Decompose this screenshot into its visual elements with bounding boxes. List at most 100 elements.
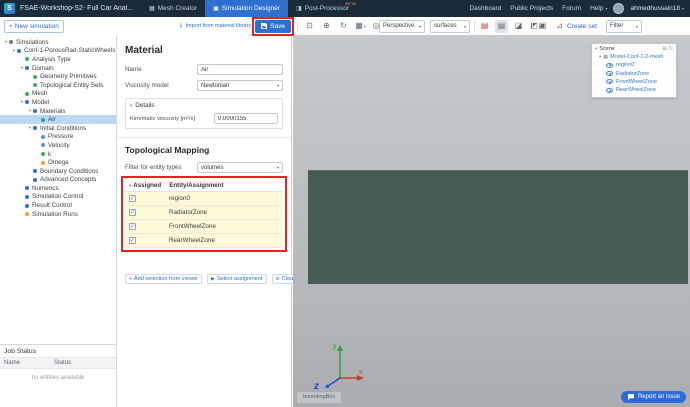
tree-item-mesh[interactable]: Mesh (0, 90, 116, 99)
tree-item-label: Omega (48, 159, 69, 167)
chevron-down-icon[interactable]: ▾ (129, 183, 131, 189)
filter-select[interactable]: Filter ▾ (606, 19, 642, 33)
projection-select[interactable]: Perspective ▾ (379, 19, 425, 33)
scene-refresh-icon[interactable]: ↻ (669, 46, 673, 52)
checkbox-region0[interactable]: ✓ (129, 195, 136, 202)
checkbox-frontwheelzone[interactable]: ✓ (129, 223, 136, 230)
eye-icon[interactable] (606, 71, 613, 77)
tree-item-boundary-conditions[interactable]: Boundary Conditions (0, 167, 116, 176)
checkbox-radiatorzone[interactable]: ✓ (129, 209, 136, 216)
topbar-link-dashboard[interactable]: Dashboard (469, 5, 501, 12)
tree-item-simulations[interactable]: ▾ Simulations (0, 38, 116, 47)
tree-item-label: Result Control (32, 202, 72, 210)
tree-item-simulation-runs[interactable]: Simulation Runs (0, 210, 116, 219)
mesh-region[interactable] (308, 170, 688, 284)
paint-roller-red-icon[interactable]: ▤ (478, 20, 491, 33)
tab-post-processor[interactable]: ◨ Post-Processor BETA (288, 0, 357, 17)
table-row-region0[interactable]: ✓ region0 (125, 192, 283, 206)
viewport-3d[interactable]: ▾ Scene ⊞ ↻ ▾ ▦ Model-Conf-1-2-mesh regi… (293, 35, 690, 407)
tree-item-pressure[interactable]: Pressure (0, 133, 116, 142)
kinematic-viscosity-input[interactable] (214, 113, 278, 124)
tree-item-model[interactable]: ▾ Model (0, 98, 116, 107)
scene-add-icon[interactable]: ⊞ (663, 46, 667, 52)
save-icon (261, 23, 268, 29)
scene-items: region0 RadiatorZone FrontWheelZone RearWhe… (595, 61, 673, 95)
scene-mesh-item[interactable]: ▾ ▦ Model-Conf-1-2-mesh (595, 52, 673, 61)
reset-view-icon[interactable]: ↻ (337, 20, 350, 33)
tab-mesh-creator[interactable]: ▦ Mesh Creator (141, 0, 205, 17)
select-assignment-button[interactable]: ▶ Select assignment (206, 274, 267, 284)
tree-item-geometry-primitives[interactable]: Geometry Primitives (0, 72, 116, 81)
zoom-extents-icon[interactable]: ⊡ (303, 20, 316, 33)
topbar-link-forum[interactable]: Forum (562, 5, 581, 12)
user-avatar[interactable] (613, 3, 625, 14)
tab-simulation-designer[interactable]: ▣ Simulation Designer (205, 0, 288, 17)
username: ahmedhussain18 (630, 5, 680, 12)
tree-item-label: Numerics (32, 184, 59, 192)
topbar-link-help[interactable]: Help ▾ (590, 5, 607, 12)
tree-item-topological-entity-sets[interactable]: Topological Entity Sets (0, 81, 116, 90)
user-menu[interactable]: ahmedhussain18 ▾ (630, 5, 684, 12)
eye-icon[interactable] (606, 79, 613, 85)
import-material-library-button[interactable]: ⇩ Import from material library (178, 23, 251, 30)
zoom-in-icon[interactable]: ⊕ (320, 20, 333, 33)
new-simulation-button[interactable]: + New simulation (4, 19, 64, 33)
kinematic-viscosity-label: Kinematic viscosity [m²/s] (130, 115, 196, 122)
z-axis-label: z (313, 381, 319, 391)
tree-item-analysis-type[interactable]: Analysis Type (0, 55, 116, 64)
table-row-radiatorzone[interactable]: ✓ RadiatorZone (125, 206, 283, 220)
entity-label: FrontWheelZone (169, 223, 216, 230)
paint-roller-icon[interactable]: ▤ (495, 19, 508, 33)
assigned-column-header: Assigned (133, 182, 162, 189)
select-assignment-icon: ▶ (210, 276, 215, 282)
pressure-icon (41, 134, 45, 139)
report-issue-button[interactable]: Report an issue (620, 391, 686, 403)
tree-item-label: Boundary Conditions (40, 167, 99, 175)
tree-item-conf-1-porousrad-staticwheels[interactable]: ▾ Conf-1-PorousRad-StaticWheels (0, 47, 116, 56)
tab-label: Post-Processor (304, 5, 350, 12)
create-set-button[interactable]: Create set (567, 23, 597, 30)
details-toggle[interactable]: ▾ Details (130, 102, 278, 109)
k-icon (41, 152, 45, 157)
name-input[interactable] (197, 64, 283, 75)
tree-item-simulation-control[interactable]: Simulation Control (0, 193, 116, 202)
tree-item-label: Topological Entity Sets (40, 81, 104, 89)
toolbar-separator (474, 20, 475, 32)
scene-item-rearwheelzone[interactable]: RearWheelZone (595, 86, 673, 94)
screenshot-icon[interactable]: ▣ (536, 20, 549, 33)
tree-item-air[interactable]: Air (0, 115, 116, 124)
eye-icon[interactable] (606, 62, 613, 68)
tree-item-materials[interactable]: ▾ Materials (0, 107, 116, 116)
scene-item-radiatorzone[interactable]: RadiatorZone (595, 69, 673, 77)
render-mode-select[interactable]: surfaces ▾ (430, 19, 470, 33)
add-selection-from-viewer-button[interactable]: + Add selection from viewer (125, 274, 202, 284)
checkbox-rearwheelzone[interactable]: ✓ (129, 237, 136, 244)
viscosity-model-select[interactable]: Newtonian ▾ (197, 80, 283, 91)
app-logo[interactable]: S (4, 3, 15, 14)
mesh-icon: ▦ (603, 53, 608, 60)
tree-item-result-control[interactable]: Result Control (0, 201, 116, 210)
save-button[interactable]: Save (255, 19, 291, 33)
measure-icon[interactable]: ⊿ (553, 20, 566, 33)
tree-item-omega[interactable]: Omega (0, 158, 116, 167)
eye-icon[interactable] (606, 87, 613, 93)
entity-filter-select[interactable]: volumes ▾ (197, 162, 283, 173)
job-status-name-header: Name (4, 360, 21, 366)
surface-shade-icon[interactable]: ◪ (512, 20, 525, 33)
toolbar: + New simulation ⇩ Import from material … (0, 16, 690, 36)
tree-item-advanced-concepts[interactable]: Advanced Concepts (0, 176, 116, 185)
post-processor-icon: ◨ (295, 6, 302, 12)
topbar-link-public-projects[interactable]: Public Projects (510, 5, 553, 12)
scene-item-frontwheelzone[interactable]: FrontWheelZone (595, 78, 673, 86)
tree-item-initial-conditions[interactable]: ▾ Initial Conditions (0, 124, 116, 133)
tree-item-domain[interactable]: ▾ Domain (0, 64, 116, 73)
clear-icon: ⊘ (275, 276, 280, 282)
view-cube-icon[interactable]: ▦ ▾ (354, 20, 367, 33)
tree-item-label: Analysis Type (32, 55, 71, 63)
tree-item-velocity[interactable]: Velocity (0, 141, 116, 150)
tree-item-k[interactable]: k (0, 150, 116, 159)
tree-item-numerics[interactable]: Numerics (0, 184, 116, 193)
table-row-frontwheelzone[interactable]: ✓ FrontWheelZone (125, 220, 283, 234)
table-row-rearwheelzone[interactable]: ✓ RearWheelZone (125, 234, 283, 248)
scene-item-region0[interactable]: region0 (595, 61, 673, 69)
